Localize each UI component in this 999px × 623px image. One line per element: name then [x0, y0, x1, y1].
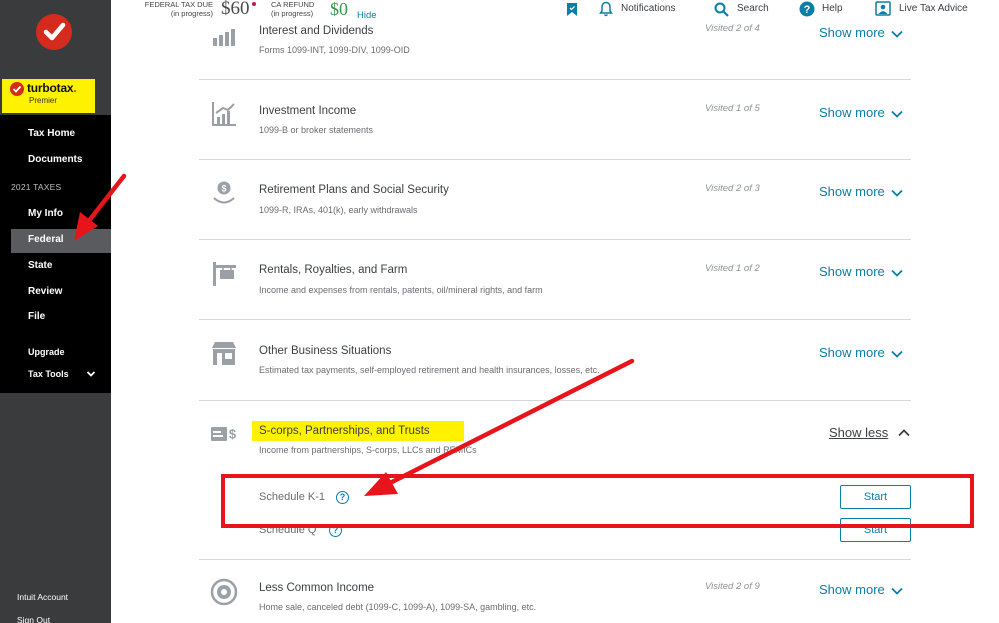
annotation-arrow-federal — [74, 173, 127, 241]
annotation-arrows — [74, 173, 635, 496]
annotation-arrow-schedule-k1 — [364, 358, 635, 496]
